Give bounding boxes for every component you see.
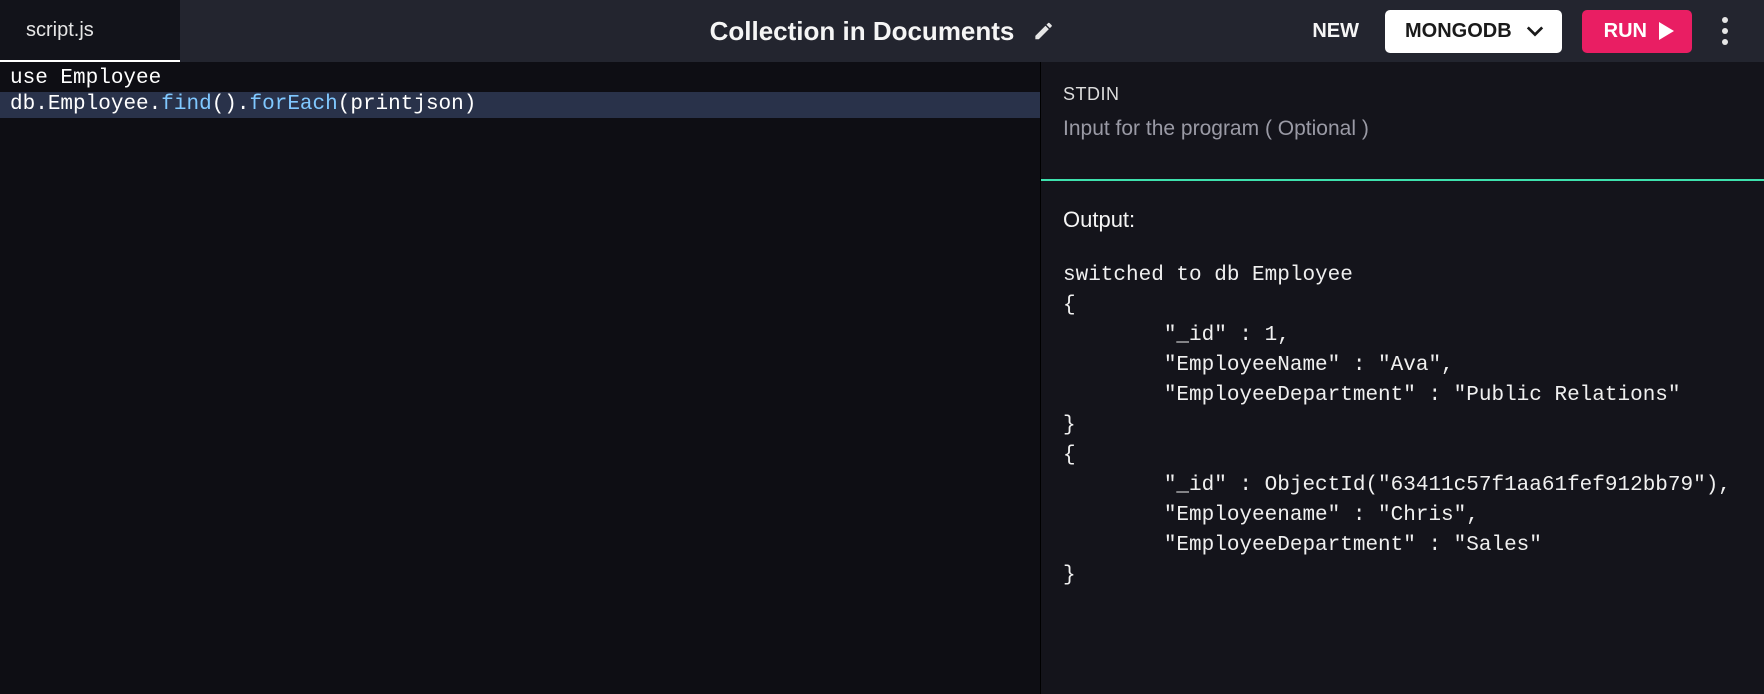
code-token: find — [161, 93, 211, 116]
new-button[interactable]: NEW — [1306, 12, 1365, 51]
top-bar: script.js Collection in Documents NEW MO… — [0, 0, 1764, 62]
kebab-dot-icon — [1722, 17, 1728, 23]
code-token: printjson — [350, 93, 463, 116]
language-select-label: MONGODB — [1405, 20, 1512, 43]
output-title: Output: — [1063, 207, 1742, 233]
code-token: use — [10, 67, 48, 90]
code-token: ( — [338, 93, 351, 116]
code-editor[interactable]: use Employee db.Employee.find().forEach(… — [0, 62, 1040, 694]
code-token: () — [212, 93, 237, 116]
code-token: Employee — [48, 93, 149, 116]
code-token: ) — [464, 93, 477, 116]
code-token: . — [237, 93, 250, 116]
kebab-dot-icon — [1722, 39, 1728, 45]
language-select[interactable]: MONGODB — [1385, 10, 1562, 53]
more-menu-button[interactable] — [1712, 7, 1738, 55]
code-token: forEach — [250, 93, 338, 116]
code-token: Employee — [60, 67, 161, 90]
output-text: switched to db Employee { "_id" : 1, "Em… — [1063, 261, 1742, 591]
code-token: . — [35, 93, 48, 116]
file-tab[interactable]: script.js — [0, 0, 180, 62]
stdin-section: STDIN — [1041, 62, 1764, 179]
kebab-dot-icon — [1722, 28, 1728, 34]
editor-line: use Employee — [0, 66, 1040, 92]
code-token: . — [149, 93, 162, 116]
play-icon — [1659, 22, 1674, 40]
main-area: use Employee db.Employee.find().forEach(… — [0, 62, 1764, 694]
page-title: Collection in Documents — [710, 16, 1015, 47]
edit-title-icon[interactable] — [1032, 20, 1054, 42]
new-button-label: NEW — [1312, 20, 1359, 42]
editor-line-active: db.Employee.find().forEach(printjson) — [0, 92, 1040, 118]
code-token — [48, 67, 61, 90]
chevron-down-icon — [1526, 25, 1544, 37]
right-controls: NEW MONGODB RUN — [1306, 7, 1764, 55]
stdin-input[interactable] — [1063, 117, 1742, 141]
io-pane: STDIN Output: switched to db Employee { … — [1040, 62, 1764, 694]
stdin-label: STDIN — [1063, 84, 1742, 105]
code-token: db — [10, 93, 35, 116]
file-tab-label: script.js — [26, 19, 94, 42]
title-area: Collection in Documents — [710, 16, 1055, 47]
run-button-label: RUN — [1604, 20, 1647, 43]
run-button[interactable]: RUN — [1582, 10, 1692, 53]
output-section: Output: switched to db Employee { "_id" … — [1041, 181, 1764, 617]
